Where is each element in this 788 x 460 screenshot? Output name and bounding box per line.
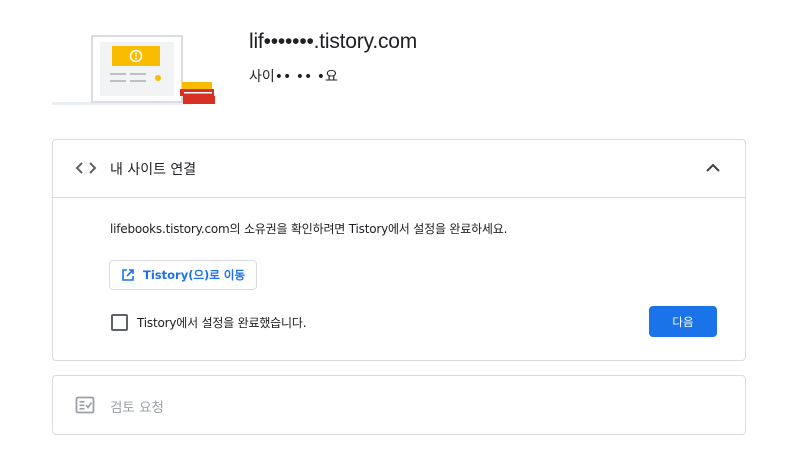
site-title: lif•••••••.tistory.com <box>249 30 418 53</box>
setup-complete-label: Tistory에서 설정을 완료했습니다. <box>137 315 307 330</box>
ownership-description: lifebooks.tistory.com의 소유권을 확인하려면 Tistor… <box>110 222 508 236</box>
go-to-tistory-label: Tistory(으)로 이동 <box>143 268 246 282</box>
open-in-new-icon <box>122 269 134 281</box>
setup-complete-checkbox[interactable] <box>111 313 128 331</box>
laptop-illustration <box>52 35 215 105</box>
connect-site-title: 내 사이트 연결 <box>110 162 197 178</box>
review-request-card: 검토 요청 <box>52 375 746 435</box>
next-button[interactable]: 다음 <box>649 306 717 337</box>
connect-site-header[interactable]: 내 사이트 연결 <box>53 140 745 198</box>
chevron-up-icon[interactable] <box>705 160 721 176</box>
go-to-tistory-button[interactable]: Tistory(으)로 이동 <box>109 260 257 290</box>
setup-complete-row: Tistory에서 설정을 완료했습니다. <box>111 313 307 331</box>
code-icon <box>75 162 97 174</box>
site-subtitle: 사이•• •• •요 <box>249 69 338 85</box>
site-header: lif•••••••.tistory.com 사이•• •• •요 <box>0 0 788 120</box>
review-request-title: 검토 요청 <box>110 400 164 416</box>
connect-site-card: 내 사이트 연결 lifebooks.tistory.com의 소유권을 확인하… <box>52 139 746 361</box>
fact-check-icon <box>75 396 95 414</box>
